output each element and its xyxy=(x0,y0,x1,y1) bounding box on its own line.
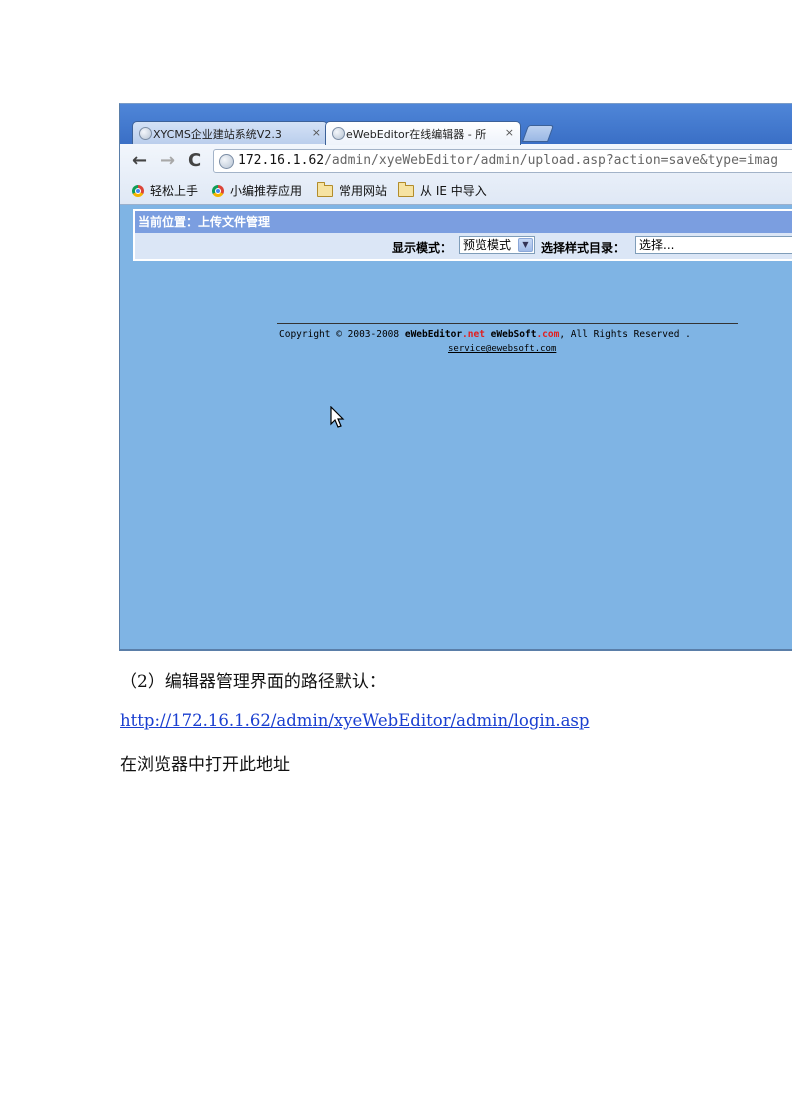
tab-xycms[interactable]: XYCMS企业建站系统V2.3 × xyxy=(132,121,328,145)
bookmark-label: 小编推荐应用 xyxy=(230,184,303,198)
close-icon[interactable]: × xyxy=(505,126,514,139)
bookmark-label: 轻松上手 xyxy=(150,184,199,198)
globe-icon xyxy=(219,154,234,169)
browser-screenshot: XYCMS企业建站系统V2.3 × eWebEditor在线编辑器 - 所 × … xyxy=(119,103,792,651)
bookmark-folder[interactable]: 常用网站 xyxy=(317,181,388,199)
style-dir-select[interactable]: 选择... xyxy=(635,236,792,254)
brand-ewebsoft-tld: .com xyxy=(536,329,560,340)
bookmark-folder[interactable]: 从 IE 中导入 xyxy=(398,181,487,199)
chrome-icon xyxy=(212,184,224,197)
display-mode-value: 预览模式 xyxy=(463,238,512,252)
back-button[interactable]: ← xyxy=(132,151,147,171)
address-text: 172.16.1.62/admin/xyeWebEditor/admin/upl… xyxy=(238,150,778,172)
email-link[interactable]: service@ewebsoft.com xyxy=(448,344,556,354)
folder-icon xyxy=(398,181,414,197)
display-mode-select[interactable]: 预览模式 ▼ xyxy=(459,236,535,254)
filter-row: 显示模式： 预览模式 ▼ 选择样式目录： 选择... xyxy=(135,233,792,259)
bookmark-label: 常用网站 xyxy=(339,184,388,198)
reload-button[interactable]: C xyxy=(188,151,201,171)
upload-manager-panel: 当前位置：上传文件管理 显示模式： 预览模式 ▼ 选择样式目录： 选择... xyxy=(133,209,792,261)
bookmark-item[interactable]: 轻松上手 xyxy=(132,182,198,199)
mouse-cursor-icon xyxy=(330,406,345,428)
globe-icon xyxy=(139,127,152,140)
tab-title: eWebEditor在线编辑器 - 所 xyxy=(346,127,487,141)
instruction-text: 在浏览器中打开此地址 xyxy=(120,755,290,775)
new-tab-button[interactable] xyxy=(521,125,555,142)
copyright-text: Copyright © 2003-2008 eWebEditor.net eWe… xyxy=(279,329,691,340)
forward-button[interactable]: → xyxy=(160,151,175,171)
bookmarks-bar: 轻松上手 小编推荐应用 常用网站 从 IE 中导入 xyxy=(120,180,792,202)
tab-ewebeditor[interactable]: eWebEditor在线编辑器 - 所 × xyxy=(325,121,521,145)
chevron-down-icon: ▼ xyxy=(518,238,533,252)
tab-title: XYCMS企业建站系统V2.3 xyxy=(153,127,282,141)
address-path: /admin/xyeWebEditor/admin/upload.asp?act… xyxy=(324,153,779,168)
brand-ewebeditor: eWebEditor xyxy=(404,329,463,340)
copyright-prefix: Copyright © 2003-2008 xyxy=(279,329,405,340)
close-icon[interactable]: × xyxy=(312,126,321,139)
bookmark-item[interactable]: 小编推荐应用 xyxy=(212,182,302,199)
address-host: 172.16.1.62 xyxy=(238,153,325,168)
brand-ewebeditor-tld: .net xyxy=(462,329,485,340)
brand-ewebsoft: eWebSoft xyxy=(490,329,537,340)
browser-toolbar: ← → C 172.16.1.62/admin/xyeWebEditor/adm… xyxy=(120,144,792,205)
tab-strip: XYCMS企业建站系统V2.3 × eWebEditor在线编辑器 - 所 × xyxy=(120,104,792,145)
step-heading: （2）编辑器管理界面的路径默认： xyxy=(120,672,386,692)
bookmark-label: 从 IE 中导入 xyxy=(420,184,487,198)
copyright-suffix: , All Rights Reserved . xyxy=(559,329,691,340)
location-title: 当前位置：上传文件管理 xyxy=(135,211,792,233)
login-url-link[interactable]: http://172.16.1.62/admin/xyeWebEditor/ad… xyxy=(120,711,589,730)
style-dir-value: 选择... xyxy=(639,238,675,252)
footer-divider xyxy=(277,323,738,324)
style-dir-label: 选择样式目录： xyxy=(541,241,626,255)
globe-icon xyxy=(332,127,345,140)
display-mode-label: 显示模式： xyxy=(392,241,453,255)
folder-icon xyxy=(317,181,333,197)
chrome-icon xyxy=(132,184,144,197)
page-content: 当前位置：上传文件管理 显示模式： 预览模式 ▼ 选择样式目录： 选择... C… xyxy=(120,205,792,649)
address-bar[interactable]: 172.16.1.62/admin/xyeWebEditor/admin/upl… xyxy=(213,149,792,173)
